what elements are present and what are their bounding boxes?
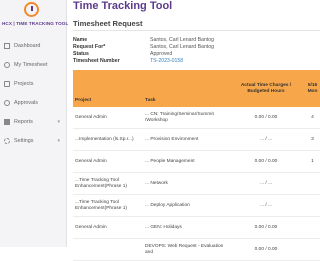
cell-task: ... People Management (143, 150, 230, 173)
chevron-down-icon: ▾ (57, 118, 60, 125)
cell-hours: ... / ... (230, 172, 302, 195)
sidebar-nav: Dashboard My Timesheet Projects Approval… (0, 36, 66, 150)
cell-hours: 0.00 / 0.00 (230, 238, 302, 261)
cell-task: ... Network (143, 172, 230, 195)
cell-project: General Admin (73, 107, 143, 129)
request-info: Name Santos, Carl Lenard Bantog Request … (73, 37, 313, 65)
info-row-request-for: Request For* Santos, Carl Lenard Bantog (73, 44, 313, 51)
cell-task: ... Deploy Application (143, 194, 230, 217)
cell-day: 3 (302, 128, 320, 151)
cell-day (302, 194, 320, 217)
cell-project: ...Implementation (ls.Sp.r...) (73, 128, 143, 151)
sidebar-item-approvals[interactable]: Approvals (0, 93, 66, 112)
info-row-timesheet-number: Timesheet Number TS-2023-0158 (73, 58, 313, 65)
brand[interactable]: HCX | TIME TRACKING TOOL (0, 0, 69, 34)
column-header-hours[interactable]: Actual Time Charges / Budgeted Hours (230, 70, 302, 107)
info-key: Request For* (73, 44, 106, 50)
timesheet-table: Project Task Actual Time Charges / Budge… (73, 70, 320, 261)
table-row[interactable]: General Admin ... GEN: Holidays 0.00 / 0… (73, 216, 320, 239)
divider (73, 30, 320, 31)
cell-project: General Admin (73, 150, 143, 173)
cell-day: 4 (302, 107, 320, 129)
sidebar-item-label: My Timesheet (14, 61, 48, 68)
cell-day: 1 (302, 150, 320, 173)
cell-project: General Admin (73, 216, 143, 239)
table-row[interactable]: General Admin ... People Management 0.00… (73, 150, 320, 173)
projects-icon (4, 80, 10, 87)
info-value: Santos, Carl Lenard Bantog (150, 44, 215, 50)
timesheet-number-link[interactable]: TS-2023-0158 (150, 58, 183, 64)
table-row[interactable]: General Admin ... CN: Training/Seminar/S… (73, 107, 320, 129)
cell-project: ...Time Tracking Tool Enhancement(Phrase… (73, 194, 143, 217)
cell-task: DEVOPS: Web Request - Evaluation and (143, 238, 230, 261)
info-key: Status (73, 51, 89, 57)
table-row[interactable]: ...Time Tracking Tool Enhancement(Phrase… (73, 172, 320, 195)
sidebar: HCX | TIME TRACKING TOOL Dashboard My Ti… (0, 0, 69, 247)
app-title: Time Tracking Tool (73, 0, 173, 12)
info-key: Timesheet Number (73, 58, 120, 64)
table-row[interactable]: DEVOPS: Web Request - Evaluation and 0.0… (73, 238, 320, 261)
column-header-task[interactable]: Task (143, 70, 230, 107)
cell-day (302, 216, 320, 239)
brand-name: HCX | TIME TRACKING TOOL (2, 21, 69, 26)
sidebar-item-label: Projects (14, 80, 34, 87)
sidebar-item-label: Reports (14, 118, 33, 125)
approvals-icon (4, 99, 10, 106)
sidebar-item-my-timesheet[interactable]: My Timesheet (0, 55, 66, 74)
cell-project: ...Time Tracking Tool Enhancement(Phrase… (73, 172, 143, 195)
sidebar-item-settings[interactable]: Settings ▾ (0, 131, 66, 150)
cell-day (302, 238, 320, 261)
main-content: Time Tracking Tool Timesheet Request Nam… (67, 0, 320, 261)
info-value: Santos, Carl Lenard Bantog (150, 37, 215, 43)
info-row-name: Name Santos, Carl Lenard Bantog (73, 37, 313, 44)
cell-project (73, 238, 143, 261)
table-row[interactable]: ...Time Tracking Tool Enhancement(Phrase… (73, 194, 320, 217)
cell-hours: ... / ... (230, 194, 302, 217)
table-row[interactable]: ...Implementation (ls.Sp.r...) ... Provi… (73, 128, 320, 151)
page-title: Timesheet Request (73, 19, 143, 28)
table-header-row: Project Task Actual Time Charges / Budge… (73, 70, 320, 107)
chevron-down-icon: ▾ (57, 137, 60, 144)
cell-task: ... CN: Training/Seminar/Summit /Worksho… (143, 107, 230, 129)
cell-hours: ... / ... (230, 128, 302, 151)
sidebar-item-label: Approvals (14, 99, 38, 106)
column-header-project[interactable]: Project (73, 70, 143, 107)
cell-day (302, 172, 320, 195)
cell-hours: 0.00 / 0.00 (230, 107, 302, 129)
cell-hours: 0.00 / 0.00 (230, 150, 302, 173)
sidebar-item-dashboard[interactable]: Dashboard (0, 36, 66, 55)
column-header-day[interactable]: 5/16 Mon (302, 70, 320, 107)
cell-task: ... Provision Environment (143, 128, 230, 151)
sidebar-item-projects[interactable]: Projects (0, 74, 66, 93)
sidebar-item-reports[interactable]: Reports ▾ (0, 112, 66, 131)
info-key: Name (73, 37, 88, 43)
sidebar-item-label: Settings (14, 137, 34, 144)
info-row-status: Status Approved (73, 51, 313, 58)
clock-logo-icon (24, 2, 39, 17)
cell-hours: 0.00 / 0.00 (230, 216, 302, 239)
status-value: Approved (150, 51, 173, 57)
dashboard-icon (4, 42, 10, 49)
timesheet-icon (4, 61, 10, 68)
settings-icon (4, 137, 10, 144)
reports-icon (4, 118, 10, 125)
cell-task: ... GEN: Holidays (143, 216, 230, 239)
sidebar-item-label: Dashboard (14, 42, 41, 49)
